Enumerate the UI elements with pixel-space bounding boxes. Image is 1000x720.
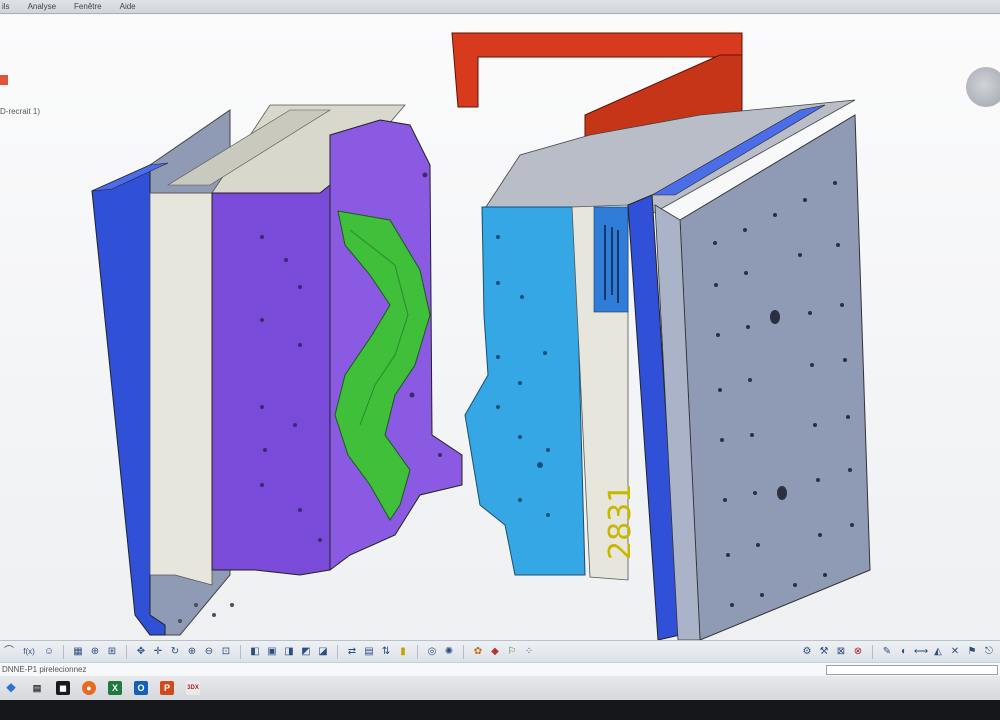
start-icon[interactable]: ❖	[4, 681, 18, 695]
clash-icon[interactable]: ✕	[948, 645, 962, 659]
swap-icon[interactable]: ⇅	[379, 645, 393, 659]
menu-item-help[interactable]: Aide	[120, 2, 136, 11]
fx-button[interactable]: f(x)	[19, 645, 39, 659]
outlook-icon[interactable]: O	[134, 681, 148, 695]
powerpoint-icon[interactable]: P	[160, 681, 174, 695]
section-icon[interactable]: ◐	[897, 645, 911, 659]
rotate-icon[interactable]: ↻	[168, 645, 182, 659]
move-icon[interactable]: ✥	[134, 645, 148, 659]
snap-icon[interactable]: ⚐	[505, 645, 519, 659]
catalog-icon[interactable]: ✿	[471, 645, 485, 659]
hide-show-icon[interactable]: ⇄	[345, 645, 359, 659]
grid-icon[interactable]: ▦	[71, 645, 85, 659]
zoom-in-icon[interactable]: ⊕	[185, 645, 199, 659]
wireframe-icon[interactable]: ▤	[362, 645, 376, 659]
part-icon[interactable]: ⚙	[800, 645, 814, 659]
toolbar-separator	[126, 644, 127, 659]
menu-item-analysis[interactable]: Analyse	[28, 2, 56, 11]
windows-taskbar: ❖ ▤ ◼ ● X O P 3DX	[0, 676, 1000, 700]
tools-icon[interactable]: ⚑	[965, 645, 979, 659]
close-view-icon[interactable]: ⊗	[851, 645, 865, 659]
command-input[interactable]	[826, 665, 998, 675]
view-iso-icon[interactable]: ◧	[248, 645, 262, 659]
excel-icon[interactable]: X	[108, 681, 122, 695]
catia-icon[interactable]: 3DX	[186, 681, 200, 695]
select-icon[interactable]: ⊠	[834, 645, 848, 659]
measure-between-icon[interactable]: ⟷	[914, 645, 928, 659]
compass-toggle-icon[interactable]: ✺	[442, 645, 456, 659]
fit-all-icon[interactable]: ⊡	[219, 645, 233, 659]
axis-icon[interactable]: ⊞	[105, 645, 119, 659]
right-mold-half[interactable]: 2831	[451, 32, 871, 640]
mold-assembly-model[interactable]: 2831	[0, 15, 1000, 640]
render-icon[interactable]: ◩	[299, 645, 313, 659]
menu-bar: ils Analyse Fenêtre Aide	[0, 0, 1000, 14]
assembly-icon[interactable]: ⚒	[817, 645, 831, 659]
measure-icon[interactable]: ⊕	[88, 645, 102, 659]
browser-icon[interactable]: ◼	[56, 681, 70, 695]
bottom-toolbar: ⌒ f(x) ☺ ▦ ⊕ ⊞ ✥ ✛ ↻ ⊕ ⊖ ⊡ ◧ ▣ ◨ ◩ ◪ ⇄ ▤…	[0, 640, 1000, 662]
3d-viewport[interactable]: D-recrait 1) 2831	[0, 15, 1000, 640]
toolbar-separator	[417, 644, 418, 659]
comment-icon[interactable]: ☺	[42, 645, 56, 659]
lock-icon[interactable]: ▮	[396, 645, 410, 659]
exit-icon[interactable]: ⎋	[982, 645, 996, 659]
menu-item-tools[interactable]: ils	[2, 2, 10, 11]
analysis-icon[interactable]: ✎	[880, 645, 894, 659]
spin-icon[interactable]: ◎	[425, 645, 439, 659]
left-purple-core-side[interactable]	[211, 183, 331, 576]
monitor-bezel	[0, 700, 1000, 720]
taskview-icon[interactable]: ▤	[30, 681, 44, 695]
light-blue-insert[interactable]	[464, 206, 586, 576]
zoom-out-icon[interactable]: ⊖	[202, 645, 216, 659]
material-icon[interactable]: ◆	[488, 645, 502, 659]
toolbar-separator	[240, 644, 241, 659]
status-bar: DNNE-P1 pirelecionnez	[0, 662, 1000, 676]
toolbar-separator	[463, 644, 464, 659]
shading-icon[interactable]: ◪	[316, 645, 330, 659]
label-plate	[593, 206, 629, 313]
right-clamp-plate[interactable]	[679, 114, 871, 640]
menu-item-window[interactable]: Fenêtre	[74, 2, 102, 11]
inertia-icon[interactable]: ◭	[931, 645, 945, 659]
drafting-icon[interactable]: ⌒	[2, 645, 16, 659]
left-cream-plate[interactable]	[149, 192, 213, 586]
grid-snap-icon[interactable]: ⁘	[522, 645, 536, 659]
toolbar-separator	[337, 644, 338, 659]
toolbar-separator	[872, 644, 873, 659]
pan-icon[interactable]: ✛	[151, 645, 165, 659]
toolbar-separator	[63, 644, 64, 659]
left-mold-half[interactable]	[91, 104, 463, 636]
firefox-icon[interactable]: ●	[82, 681, 96, 695]
view-top-icon[interactable]: ◨	[282, 645, 296, 659]
toolbar-right-group: ⚙ ⚒ ⊠ ⊗ ✎ ◐ ⟷ ◭ ✕ ⚑ ⎋	[800, 644, 1000, 659]
cad-application-window: ils Analyse Fenêtre Aide D-recrait 1) 28…	[0, 0, 1000, 720]
part-number-label: 2831	[603, 484, 638, 560]
status-message: DNNE-P1 pirelecionnez	[2, 665, 87, 674]
view-front-icon[interactable]: ▣	[265, 645, 279, 659]
